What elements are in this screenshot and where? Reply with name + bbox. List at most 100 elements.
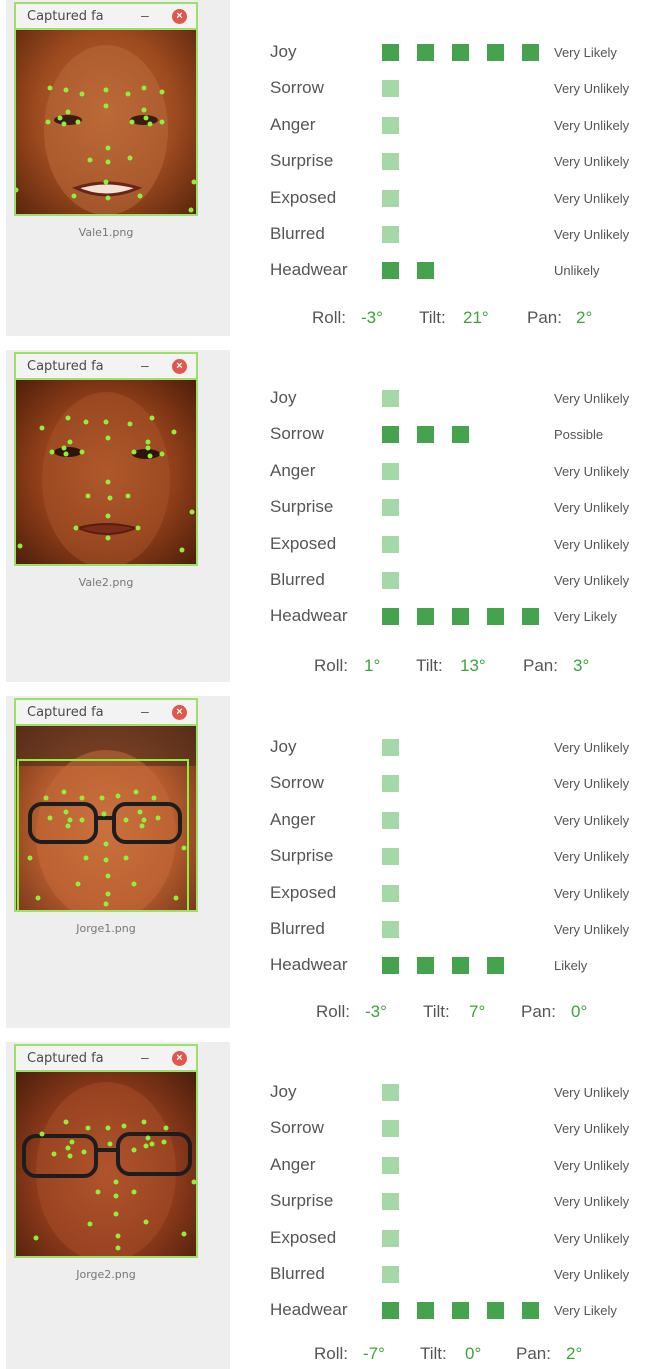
face-landmarks-overlay [16,726,196,910]
roll-value: 1° [364,656,381,675]
likelihood-level-square [417,1302,434,1320]
attribute-row: Joy Very Unlikely [230,1078,657,1108]
likelihood-level-square [382,848,399,866]
likelihood-level-square [417,426,434,444]
attribute-label: Joy [270,388,297,407]
captured-face-window[interactable]: Captured fa – × [14,1044,198,1281]
likelihood-level-square [382,390,399,407]
attribute-row: Headwear Very Likely [230,1296,657,1326]
pose-angles: Roll: -7° Tilt: 0° Pan: 2° [230,1344,657,1368]
attribute-label: Anger [270,460,316,480]
likelihood-text: Very Unlikely [554,1194,630,1210]
likelihood-level-square [382,608,399,626]
tilt-label: Tilt: [419,308,446,327]
likelihood-level-square [382,226,399,243]
attribute-row: Anger Very Unlikely [230,111,657,141]
minimize-icon[interactable]: – [141,1049,149,1065]
likelihood-level-square [382,262,399,280]
attribute-row: Sorrow Very Unlikely [230,769,657,799]
attribute-label: Anger [270,809,316,829]
image-filename: Jorge2.png [76,1268,136,1281]
face-image [14,724,198,912]
minimize-icon[interactable]: – [141,703,149,719]
attribute-label: Sorrow [270,1118,324,1138]
likelihood-level-square [382,499,399,517]
likelihood-text: Very Unlikely [554,573,630,588]
likelihood-level-square [382,884,399,902]
captured-face-window[interactable]: Captured fa – × [14,698,198,935]
attribute-row: Surprise Very Unlikely [230,147,657,177]
close-icon[interactable]: × [172,9,187,24]
likelihood-text: Very Likely [554,45,617,60]
likelihood-text: Very Unlikely [554,776,630,792]
likelihood-level-square [382,1302,399,1320]
likelihood-text: Very Unlikely [554,463,630,479]
likelihood-text: Very Unlikely [554,740,630,755]
attribute-label: Blurred [270,224,325,243]
pose-angles: Roll: -3° Tilt: 21° Pan: 2° [230,308,657,332]
likelihood-level-square [382,1266,399,1283]
window-titlebar[interactable]: Captured fa – × [14,698,198,724]
face-attributes-card: Joy Very Unlikely Sorrow Possible Anger Very … [230,350,657,682]
image-filename: Jorge1.png [76,922,136,935]
likelihood-text: Very Unlikely [554,812,630,828]
likelihood-text: Possible [554,427,604,443]
attribute-label: Headwear [270,260,348,280]
captured-face-window[interactable]: Captured fa – × [14,352,198,589]
pan-value: 3° [573,656,590,675]
attribute-label: Surprise [270,846,334,866]
likelihood-level-square [452,44,469,61]
likelihood-level-square [382,1193,399,1211]
likelihood-level-square [382,80,399,98]
likelihood-text: Likely [554,958,588,974]
face-attributes-card: Joy Very Unlikely Sorrow Very Unlikely Anger… [230,1042,657,1369]
close-icon[interactable]: × [172,359,187,374]
window-titlebar[interactable]: Captured fa – × [14,2,198,28]
likelihood-level-square [382,462,399,480]
likelihood-text: Very Unlikely [554,81,630,97]
likelihood-text: Very Unlikely [554,1267,630,1282]
attribute-label: Sorrow [270,424,324,444]
close-icon[interactable]: × [172,705,187,720]
attribute-label: Joy [270,737,297,756]
minimize-icon[interactable]: – [141,7,149,23]
attribute-row: Headwear Very Likely [230,602,657,632]
tilt-label: Tilt: [423,1002,450,1021]
likelihood-text: Very Likely [554,1303,617,1319]
pan-value: 2° [576,308,593,327]
attribute-row: Headwear Unlikely [230,256,657,286]
likelihood-level-square [382,1156,399,1174]
attribute-row: Anger Very Unlikely [230,806,657,836]
image-filename: Vale1.png [78,226,134,239]
likelihood-level-square [382,44,399,61]
likelihood-level-square [382,739,399,756]
close-icon[interactable]: × [172,1051,187,1066]
attribute-label: Exposed [270,1227,337,1247]
face-landmarks-overlay [16,45,196,214]
face-attributes-card: Joy Very Likely Sorrow Very Unlikely Anger Ve… [230,0,657,336]
face-image [14,28,198,216]
tilt-label: Tilt: [420,1344,447,1363]
attribute-label: Blurred [270,1264,325,1283]
minimize-icon[interactable]: – [141,357,149,373]
window-titlebar[interactable]: Captured fa – × [14,352,198,378]
face-attributes-card: Joy Very Unlikely Sorrow Very Unlikely Anger… [230,696,657,1028]
likelihood-level-square [487,957,504,975]
likelihood-text: Very Unlikely [554,922,630,937]
attribute-row: Surprise Very Unlikely [230,1187,657,1217]
captured-face-window[interactable]: Captured fa – × [14,2,198,239]
likelihood-level-square [382,921,399,938]
window-titlebar[interactable]: Captured fa – × [14,1044,198,1070]
attribute-row: Anger Very Unlikely [230,457,657,487]
attribute-row: Sorrow Possible [230,420,657,450]
face-landmarks-overlay [17,392,195,564]
attribute-row: Surprise Very Unlikely [230,493,657,523]
attribute-row: Blurred Very Unlikely [230,1260,657,1290]
likelihood-text: Very Unlikely [554,190,630,206]
tilt-value: 7° [469,1002,486,1021]
likelihood-text: Very Unlikely [554,154,630,170]
tilt-value: 0° [465,1344,482,1363]
roll-label: Roll: [314,656,349,675]
likelihood-level-square [417,262,434,280]
likelihood-level-square [452,1302,469,1320]
